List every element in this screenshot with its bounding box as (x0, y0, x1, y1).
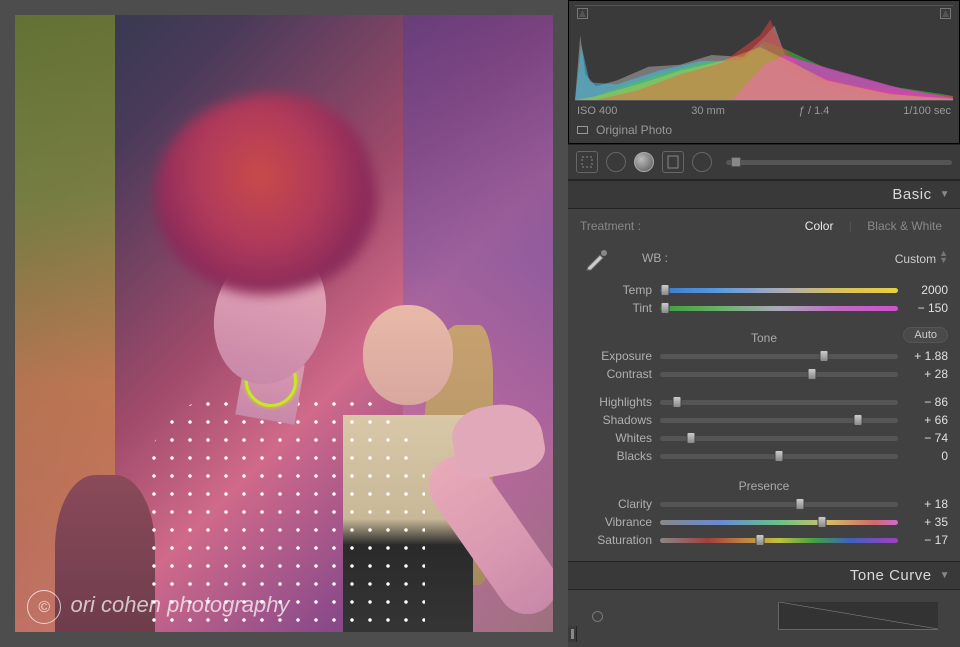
slider-exposure[interactable]: Exposure + 1.88 (580, 347, 948, 365)
basic-panel-header[interactable]: Basic ▼ (568, 180, 960, 209)
crop-tool[interactable] (576, 151, 598, 173)
radial-filter-tool[interactable] (692, 152, 712, 172)
exif-aperture: ƒ / 1.4 (799, 105, 830, 117)
slider-highlights[interactable]: Highlights − 86 (580, 393, 948, 411)
spot-removal-tool[interactable] (606, 152, 626, 172)
auto-tone-button[interactable]: Auto (903, 327, 948, 343)
value-temp[interactable]: 2000 (906, 283, 948, 297)
preview-pane: © ori cohen photography (0, 0, 568, 647)
tone-curve-graph[interactable] (778, 602, 938, 630)
app-root: © ori cohen photography ISO (0, 0, 960, 647)
slider-vibrance[interactable]: Vibrance + 35 (580, 513, 948, 531)
value-exposure[interactable]: + 1.88 (906, 349, 948, 363)
treatment-label: Treatment : (580, 219, 641, 233)
exif-row: ISO 400 30 mm ƒ / 1.4 1/100 sec (575, 101, 953, 119)
wb-dropdown[interactable]: Custom▲▼ (730, 250, 948, 266)
watermark-text: ori cohen photography (71, 592, 290, 617)
redeye-tool[interactable] (634, 152, 654, 172)
basic-title: Basic (892, 186, 931, 203)
develop-panel: ISO 400 30 mm ƒ / 1.4 1/100 sec Original… (568, 0, 960, 647)
chevron-down-icon: ▼ (940, 189, 950, 200)
slider-tint[interactable]: Tint − 150 (580, 299, 948, 317)
treatment-color[interactable]: Color (799, 219, 840, 233)
value-blacks[interactable]: 0 (906, 449, 948, 463)
treatment-bw[interactable]: Black & White (861, 219, 948, 233)
slider-saturation[interactable]: Saturation − 17 (580, 531, 948, 549)
slider-temp[interactable]: Temp 2000 (580, 281, 948, 299)
histogram-section: ISO 400 30 mm ƒ / 1.4 1/100 sec Original… (568, 0, 960, 144)
tonecurve-panel-body (568, 590, 960, 642)
chevron-down-icon: ▼ (940, 570, 950, 581)
rectangle-icon (577, 126, 588, 134)
wb-label: WB : (622, 251, 722, 265)
basic-panel-body: Treatment : Color | Black & White WB : C… (568, 209, 960, 561)
exif-iso: ISO 400 (577, 105, 617, 117)
slider-shadows[interactable]: Shadows + 66 (580, 411, 948, 429)
value-highlights[interactable]: − 86 (906, 395, 948, 409)
value-tint[interactable]: − 150 (906, 301, 948, 315)
tonecurve-panel-header[interactable]: Tone Curve ▼ (568, 561, 960, 590)
photo-preview[interactable]: © ori cohen photography (15, 15, 553, 632)
exif-focal: 30 mm (691, 105, 725, 117)
tone-group: Tone Auto (580, 327, 948, 347)
original-photo-label: Original Photo (596, 123, 672, 137)
value-vibrance[interactable]: + 35 (906, 515, 948, 529)
slider-blacks[interactable]: Blacks 0 (580, 447, 948, 465)
slider-whites[interactable]: Whites − 74 (580, 429, 948, 447)
mask-overlay-slider[interactable] (726, 160, 952, 165)
slider-clarity[interactable]: Clarity + 18 (580, 495, 948, 513)
histogram[interactable] (575, 5, 953, 101)
panel-toggle[interactable] (568, 626, 577, 642)
target-adjustment-tool[interactable] (592, 611, 603, 622)
slider-contrast[interactable]: Contrast + 28 (580, 365, 948, 383)
value-shadows[interactable]: + 66 (906, 413, 948, 427)
original-photo-toggle[interactable]: Original Photo (575, 119, 953, 137)
copyright-icon: © (27, 590, 61, 624)
value-whites[interactable]: − 74 (906, 431, 948, 445)
value-contrast[interactable]: + 28 (906, 367, 948, 381)
tonecurve-title: Tone Curve (850, 567, 932, 584)
tool-strip (568, 144, 960, 180)
presence-group: Presence (580, 475, 948, 495)
wb-eyedropper-tool[interactable] (580, 241, 614, 275)
exif-shutter: 1/100 sec (903, 105, 951, 117)
graduated-filter-tool[interactable] (662, 151, 684, 173)
value-clarity[interactable]: + 18 (906, 497, 948, 511)
watermark: © ori cohen photography (27, 590, 289, 624)
value-saturation[interactable]: − 17 (906, 533, 948, 547)
